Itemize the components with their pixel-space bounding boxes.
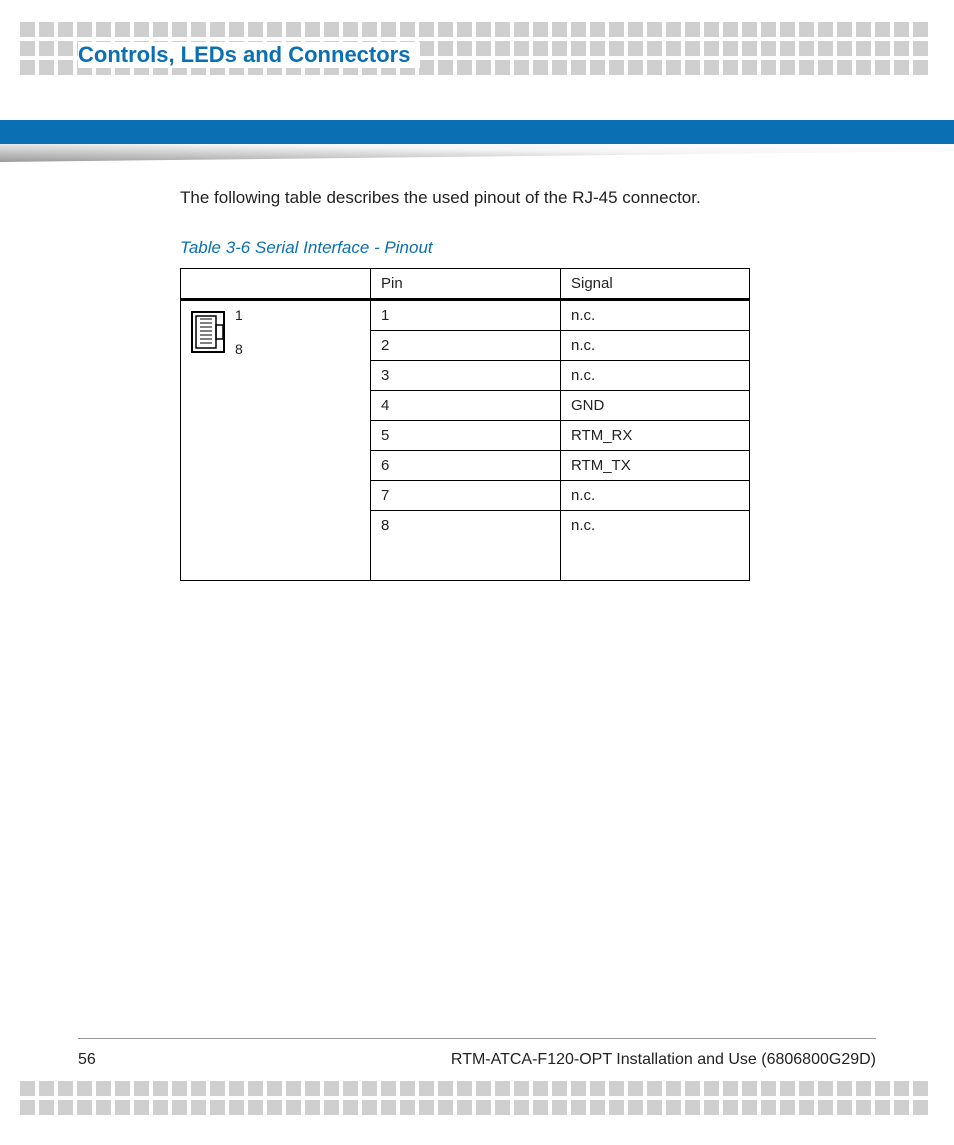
- cell-pin: 3: [371, 361, 561, 391]
- table-caption: Table 3-6 Serial Interface - Pinout: [180, 238, 864, 258]
- intro-text: The following table describes the used p…: [180, 188, 864, 208]
- table-row: 1 8 1 n.c.: [181, 300, 750, 331]
- rj45-label-bottom: 8: [235, 341, 243, 357]
- page-footer: 56 RTM-ATCA-F120-OPT Installation and Us…: [78, 1038, 876, 1069]
- cell-signal: n.c.: [561, 481, 750, 511]
- cell-pin: 2: [371, 331, 561, 361]
- header-blue-bar: [0, 120, 954, 144]
- table-header-diagram: [181, 269, 371, 300]
- cell-signal: n.c.: [561, 511, 750, 581]
- rj45-diagram-cell: 1 8: [181, 300, 371, 581]
- cell-signal: GND: [561, 391, 750, 421]
- rj45-connector-icon: [191, 311, 225, 353]
- chapter-title: Controls, LEDs and Connectors: [78, 42, 420, 68]
- cell-signal: n.c.: [561, 331, 750, 361]
- rj45-label-top: 1: [235, 307, 243, 323]
- rj45-pin-labels: 1 8: [235, 307, 243, 357]
- cell-signal: RTM_TX: [561, 451, 750, 481]
- page-content: The following table describes the used p…: [180, 188, 864, 581]
- cell-signal: RTM_RX: [561, 421, 750, 451]
- doc-title: RTM-ATCA-F120-OPT Installation and Use (…: [451, 1051, 876, 1069]
- cell-signal: n.c.: [561, 361, 750, 391]
- page-number: 56: [78, 1051, 96, 1069]
- cell-signal: n.c.: [561, 300, 750, 331]
- cell-pin: 6: [371, 451, 561, 481]
- cell-pin: 1: [371, 300, 561, 331]
- pinout-table: Pin Signal: [180, 268, 750, 581]
- cell-pin: 4: [371, 391, 561, 421]
- header-shadow: [0, 144, 954, 162]
- table-header-signal: Signal: [561, 269, 750, 300]
- cell-pin: 5: [371, 421, 561, 451]
- footer-dot-pattern: [0, 1081, 954, 1115]
- cell-pin: 7: [371, 481, 561, 511]
- table-header-pin: Pin: [371, 269, 561, 300]
- cell-pin: 8: [371, 511, 561, 581]
